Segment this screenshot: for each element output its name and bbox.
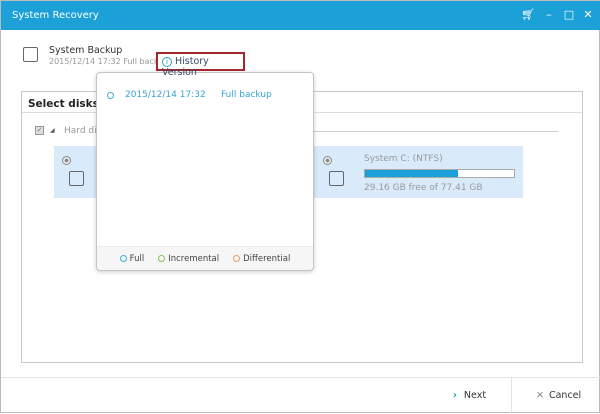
- backup-title: System Backup: [49, 45, 123, 56]
- history-entry-date[interactable]: 2015/12/14 17:32: [125, 90, 206, 100]
- maximize-button[interactable]: □: [562, 8, 576, 21]
- partition-radio[interactable]: [323, 156, 332, 165]
- history-version-button[interactable]: i History Version: [156, 52, 245, 78]
- close-icon: ✕: [536, 390, 544, 401]
- hard-disk-checkbox[interactable]: ✓: [35, 126, 44, 135]
- legend-incremental: Incremental: [158, 254, 219, 264]
- history-popup: 2015/12/14 17:32 Full backup Full Increm…: [96, 72, 314, 271]
- info-icon: i: [162, 57, 172, 67]
- partition-name: System C: (NTFS): [364, 154, 443, 164]
- backup-subtitle: 2015/12/14 17:32 Full backup: [49, 57, 169, 66]
- disk-icon: [329, 171, 344, 186]
- legend-differential: Differential: [233, 254, 290, 264]
- close-button[interactable]: ✕: [581, 8, 595, 21]
- cancel-button[interactable]: ✕ Cancel: [536, 390, 581, 401]
- legend-full: Full: [119, 254, 144, 264]
- title-bar: System Recovery: [1, 1, 600, 30]
- disk-icon: [69, 171, 84, 186]
- minimize-button[interactable]: –: [542, 8, 556, 21]
- history-entry-type[interactable]: Full backup: [221, 90, 272, 100]
- collapse-icon[interactable]: ◢: [50, 127, 55, 134]
- legend: Full Incremental Differential: [97, 246, 313, 270]
- cart-icon[interactable]: 🛒︎: [521, 8, 535, 21]
- chevron-right-icon: ›: [453, 390, 457, 401]
- next-button[interactable]: › Next: [453, 390, 486, 401]
- partition-radio[interactable]: [62, 156, 71, 165]
- disk-icon: [23, 47, 38, 62]
- window-title: System Recovery: [12, 10, 99, 21]
- partition-free: 29.16 GB free of 77.41 GB: [364, 183, 483, 193]
- full-dot-icon: [107, 92, 114, 99]
- usage-bar-fill: [365, 170, 458, 177]
- usage-bar: [364, 169, 515, 178]
